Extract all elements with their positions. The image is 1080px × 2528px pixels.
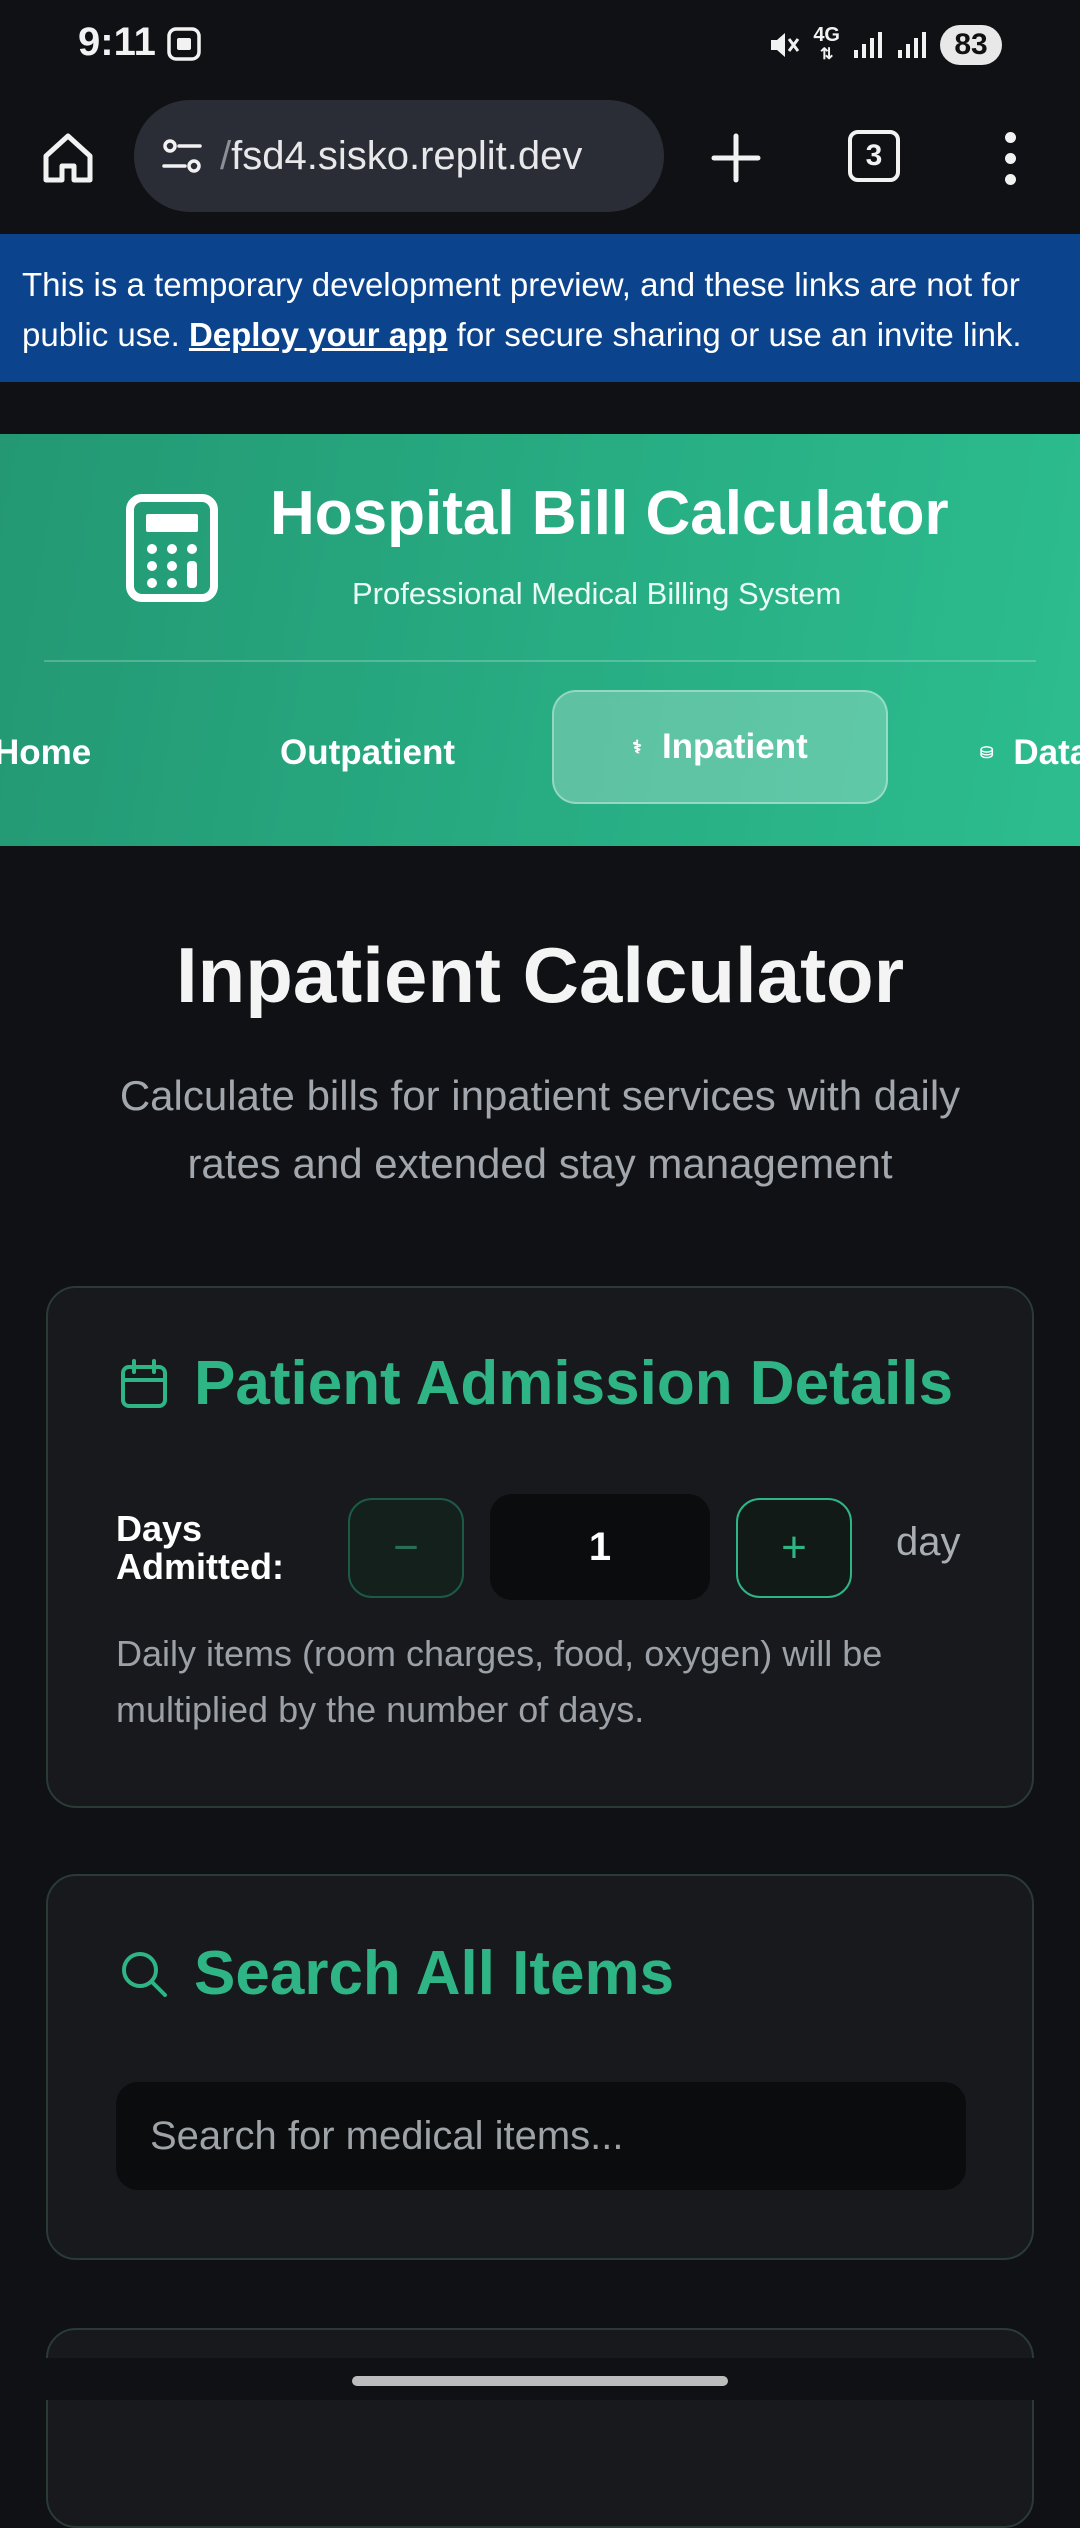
nav-tab-inpatient[interactable]: ⚕ Inpatient <box>552 690 888 804</box>
decrement-days-button[interactable]: − <box>348 1498 464 1598</box>
app-header: Hospital Bill Calculator Professional Me… <box>0 434 1080 846</box>
nav-tab-home[interactable]: Home <box>0 696 91 810</box>
calendar-icon <box>121 1358 167 1408</box>
signal-icon <box>854 32 882 58</box>
header-divider <box>44 660 1036 662</box>
admission-details-card: Patient Admission Details Days Admitted:… <box>46 1286 1034 1808</box>
database-icon: ⛁ <box>980 745 994 762</box>
browser-toolbar: /fsd4.sisko.replit.dev 3 <box>0 92 1080 234</box>
days-admitted-input[interactable]: 1 <box>490 1494 710 1600</box>
page-description: Calculate bills for inpatient services w… <box>119 1072 961 1187</box>
more-menu-button[interactable] <box>990 122 1030 194</box>
card-title: Patient Admission Details <box>194 1349 954 1418</box>
tab-switcher-button[interactable]: 3 <box>848 130 900 182</box>
network-type: 4G ⇅ <box>813 24 840 63</box>
new-tab-button[interactable] <box>700 122 772 194</box>
home-button[interactable] <box>34 124 102 192</box>
days-unit-label: day <box>896 1520 961 1564</box>
status-icons: 4G ⇅ 83 <box>767 20 1002 70</box>
nav-tab-outpatient[interactable]: Outpatient <box>280 696 455 810</box>
menu-dot-icon <box>1004 173 1016 185</box>
app-subtitle: Professional Medical Billing System <box>352 576 842 611</box>
card-header: Search All Items <box>118 1938 674 2009</box>
plus-icon: + <box>781 1523 807 1572</box>
url-text[interactable]: /fsd4.sisko.replit.dev <box>220 134 582 179</box>
card-header: Patient Admission Details <box>118 1348 953 1419</box>
search-icon <box>122 1951 167 1997</box>
nav-tab-data[interactable]: ⛁ Data <box>980 696 1080 810</box>
search-items-card: Search All Items <box>46 1874 1034 2260</box>
calculator-icon <box>126 494 218 602</box>
mute-icon <box>771 33 800 57</box>
days-help-text: Daily items (room charges, food, oxygen)… <box>116 1633 883 1730</box>
deploy-app-link[interactable]: Deploy your app <box>189 316 448 353</box>
minus-icon: − <box>393 1523 419 1572</box>
menu-dot-icon <box>1004 152 1016 164</box>
card-title: Search All Items <box>194 1939 675 2008</box>
increment-days-button[interactable]: + <box>736 1498 852 1598</box>
address-bar[interactable]: /fsd4.sisko.replit.dev <box>134 100 664 212</box>
status-time: 9:11 <box>78 20 156 64</box>
days-admitted-label: Days Admitted: <box>116 1508 284 1587</box>
plus-icon <box>711 133 761 183</box>
site-info-icon[interactable] <box>158 132 206 180</box>
screenshot-icon <box>167 27 201 61</box>
signal-icon <box>898 32 926 58</box>
battery-indicator: 83 <box>940 25 1002 65</box>
stethoscope-icon: ⚕ <box>632 736 642 757</box>
app-title: Hospital Bill Calculator <box>270 479 949 548</box>
home-icon <box>43 133 93 183</box>
page-title: Inpatient Calculator <box>175 931 905 1019</box>
dev-preview-banner: This is a temporary development preview,… <box>0 234 1080 382</box>
menu-dot-icon <box>1004 131 1016 143</box>
status-bar: 9:11 4G ⇅ 83 <box>0 0 1080 92</box>
search-input[interactable] <box>116 2082 966 2190</box>
gesture-navigation-bar[interactable] <box>352 2376 728 2386</box>
